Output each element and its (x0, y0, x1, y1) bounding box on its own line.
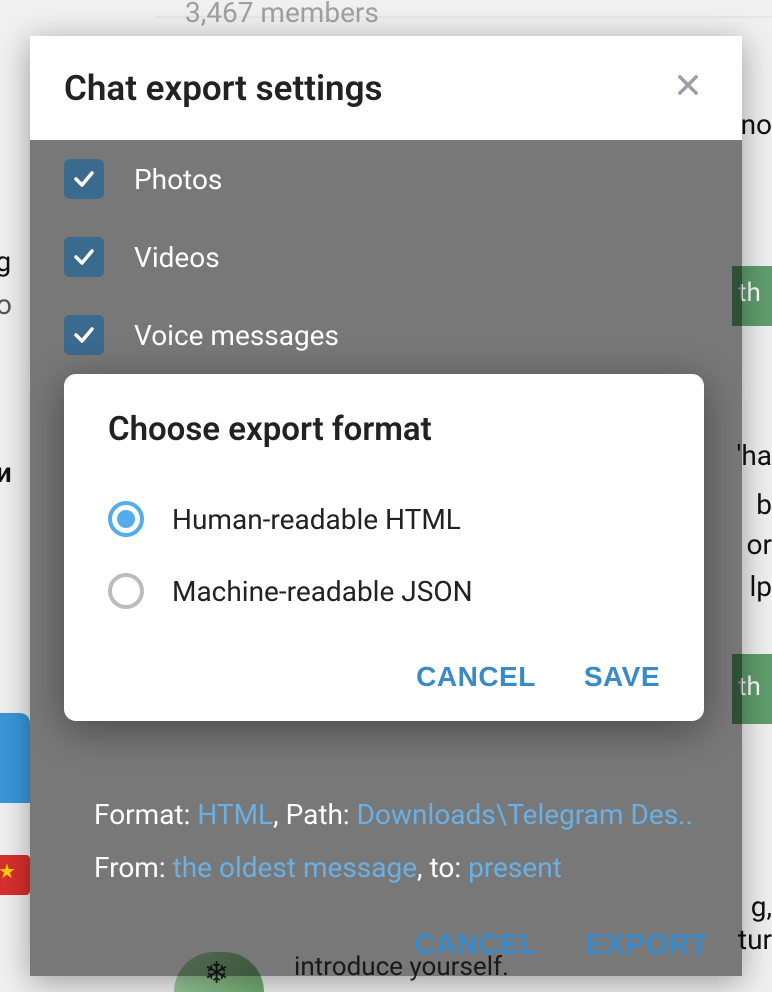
modal-footer: CANCEL EXPORT (414, 929, 708, 962)
cancel-button[interactable]: CANCEL (414, 929, 538, 962)
bg-fragment: lp (749, 570, 772, 603)
checkbox-videos[interactable] (64, 237, 104, 277)
modal-header: Chat export settings (30, 36, 742, 140)
modal-title: Chat export settings (64, 68, 383, 109)
members-count: 3,467 members (185, 0, 379, 29)
radio-html-row[interactable]: Human-readable HTML (108, 483, 660, 555)
check-videos-row[interactable]: Videos (64, 218, 708, 296)
check-label: Voice messages (134, 319, 339, 352)
radio-label: Human-readable HTML (172, 503, 461, 536)
export-button[interactable]: EXPORT (586, 929, 708, 962)
check-label: Photos (134, 163, 222, 196)
bg-fragment: no (741, 108, 772, 141)
checkbox-photos[interactable] (64, 159, 104, 199)
bg-fragment: oo (0, 288, 12, 321)
check-photos-row[interactable]: Photos (64, 140, 708, 218)
bg-fragment: ни (0, 456, 12, 489)
radio-label: Machine-readable JSON (172, 575, 473, 608)
choose-format-modal: Choose export format Human-readable HTML… (64, 374, 704, 721)
from-link[interactable]: the oldest message (173, 851, 417, 884)
bg-fragment: g, tur (738, 890, 772, 956)
format-path-row: Format: HTML, Path: Downloads\Telegram D… (94, 788, 692, 841)
checkbox-voice[interactable] (64, 315, 104, 355)
check-voice-row[interactable]: Voice messages (64, 296, 708, 374)
to-link[interactable]: present (468, 851, 562, 884)
range-row: From: the oldest message, to: present (94, 841, 692, 894)
close-icon[interactable] (668, 65, 708, 111)
inner-cancel-button[interactable]: CANCEL (416, 661, 536, 693)
radio-html[interactable] (108, 501, 144, 537)
inner-modal-title: Choose export format (108, 410, 660, 449)
bg-fragment: or (747, 528, 772, 561)
path-link[interactable]: Downloads\Telegram Des... (357, 798, 692, 831)
check-label: Videos (134, 241, 220, 274)
bg-fragment: ng (0, 245, 11, 278)
radio-json-row[interactable]: Machine-readable JSON (108, 555, 660, 627)
bg-fragment: b (756, 488, 772, 521)
radio-json[interactable] (108, 573, 144, 609)
flag-icon (0, 855, 30, 895)
format-link[interactable]: HTML (197, 798, 273, 831)
bg-fragment (0, 713, 30, 803)
inner-save-button[interactable]: SAVE (584, 661, 660, 693)
